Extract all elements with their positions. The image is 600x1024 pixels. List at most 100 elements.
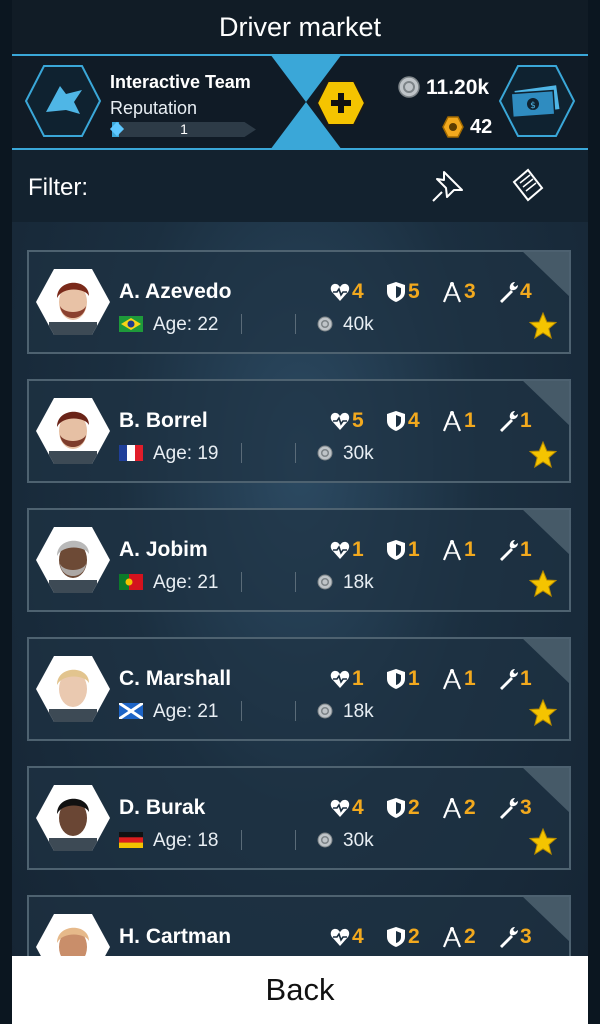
divider [241,572,242,592]
favorite-star-icon[interactable] [529,441,557,469]
divider [295,701,296,721]
team-logo-icon[interactable] [24,64,102,138]
stat-health: 4 [329,796,364,820]
gold-nut-icon [442,116,464,138]
favorite-star-icon[interactable] [529,828,557,856]
gold-amount: 42 [470,116,493,138]
wrench-icon [500,927,518,948]
germany-flag-icon [119,832,143,848]
reputation-level: 1 [180,121,188,137]
app-screen: Driver market Interactive Team Reputatio… [12,0,588,1024]
silver-coin-icon [317,445,333,461]
stat-skill-value: 2 [464,925,476,948]
heart-icon [330,412,350,430]
driver-cost: 18k [343,701,374,722]
filter-bar: Filter: [12,150,588,222]
stat-defense: 2 [385,796,420,820]
france-flag-icon [119,445,143,461]
brazil-flag-icon [119,316,143,332]
wrench-icon [500,540,518,561]
favorite-star-icon[interactable] [529,312,557,340]
driver-card[interactable]: C. Marshall Age: 21 18k 1 1 1 1 [27,637,571,741]
driver-cost: 40k [343,314,374,335]
stat-skill: 1 [441,409,476,433]
driver-age: Age: 19 [153,443,219,464]
page-title: Driver market [218,11,381,42]
compass-icon [442,669,462,690]
driver-portrait-avatar [36,785,110,851]
stat-skill: 1 [441,538,476,562]
divider [295,443,296,463]
stat-speed: 1 [497,667,532,691]
stat-defense-value: 2 [408,925,420,948]
stat-health-value: 1 [352,667,364,690]
divider [295,830,296,850]
shield-icon [387,798,405,818]
stat-speed: 4 [497,280,532,304]
divider [295,314,296,334]
stat-speed-value: 1 [520,667,532,690]
cash-shop-icon[interactable]: $ [498,64,576,138]
favorite-star-icon[interactable] [529,570,557,598]
wrench-icon [500,282,518,303]
shield-icon [387,411,405,431]
driver-cost: 30k [343,443,374,464]
divider [241,701,242,721]
stat-defense-value: 2 [408,796,420,819]
stat-health: 4 [329,280,364,304]
stat-speed: 3 [497,796,532,820]
buy-currency-button[interactable] [316,80,366,126]
shield-icon [387,540,405,560]
title-bar: Driver market [12,0,588,54]
notes-icon[interactable] [510,168,544,204]
driver-name: A. Azevedo [119,280,232,303]
stat-skill-value: 1 [464,667,476,690]
heart-icon [330,283,350,301]
compass-icon [442,798,462,819]
stat-speed-value: 4 [520,280,532,303]
svg-text:$: $ [530,101,536,111]
pin-icon[interactable] [430,168,466,204]
driver-card[interactable]: A. Azevedo Age: 22 40k 4 5 3 4 [27,250,571,354]
stat-health: 4 [329,925,364,949]
stat-defense-value: 5 [408,280,420,303]
filter-label: Filter: [28,174,88,201]
driver-age: Age: 21 [153,572,219,593]
heart-icon [330,670,350,688]
driver-name: C. Marshall [119,667,232,690]
stat-skill: 2 [441,796,476,820]
stat-skill-value: 1 [464,538,476,561]
driver-age: Age: 18 [153,830,219,851]
driver-age: Age: 22 [153,314,219,335]
stat-speed-value: 1 [520,538,532,561]
driver-card[interactable]: D. Burak Age: 18 30k 4 2 2 3 [27,766,571,870]
divider [241,314,242,334]
silver-coin-icon [398,76,420,98]
shield-icon [387,669,405,689]
stat-speed: 3 [497,925,532,949]
driver-age: Age: 21 [153,701,219,722]
back-button[interactable]: Back [12,956,588,1024]
stat-speed: 1 [497,409,532,433]
stat-health: 5 [329,409,364,433]
stat-defense-value: 1 [408,538,420,561]
stat-speed-value: 1 [520,409,532,432]
driver-name: A. Jobim [119,538,208,561]
driver-card[interactable]: A. Jobim Age: 21 18k 1 1 1 1 [27,508,571,612]
stat-defense: 2 [385,925,420,949]
favorite-star-icon[interactable] [529,699,557,727]
silver-coin-icon [317,574,333,590]
heart-icon [330,541,350,559]
scotland-flag-icon [119,703,143,719]
stat-health-value: 4 [352,796,364,819]
driver-card[interactable]: B. Borrel Age: 19 30k 5 4 1 1 [27,379,571,483]
driver-cost: 18k [343,572,374,593]
stat-health: 1 [329,538,364,562]
driver-portrait-avatar [36,269,110,335]
silver-coin-icon [317,703,333,719]
driver-cost: 30k [343,830,374,851]
stat-speed-value: 3 [520,925,532,948]
stat-health-value: 4 [352,280,364,303]
divider [241,443,242,463]
driver-portrait-avatar [36,656,110,722]
